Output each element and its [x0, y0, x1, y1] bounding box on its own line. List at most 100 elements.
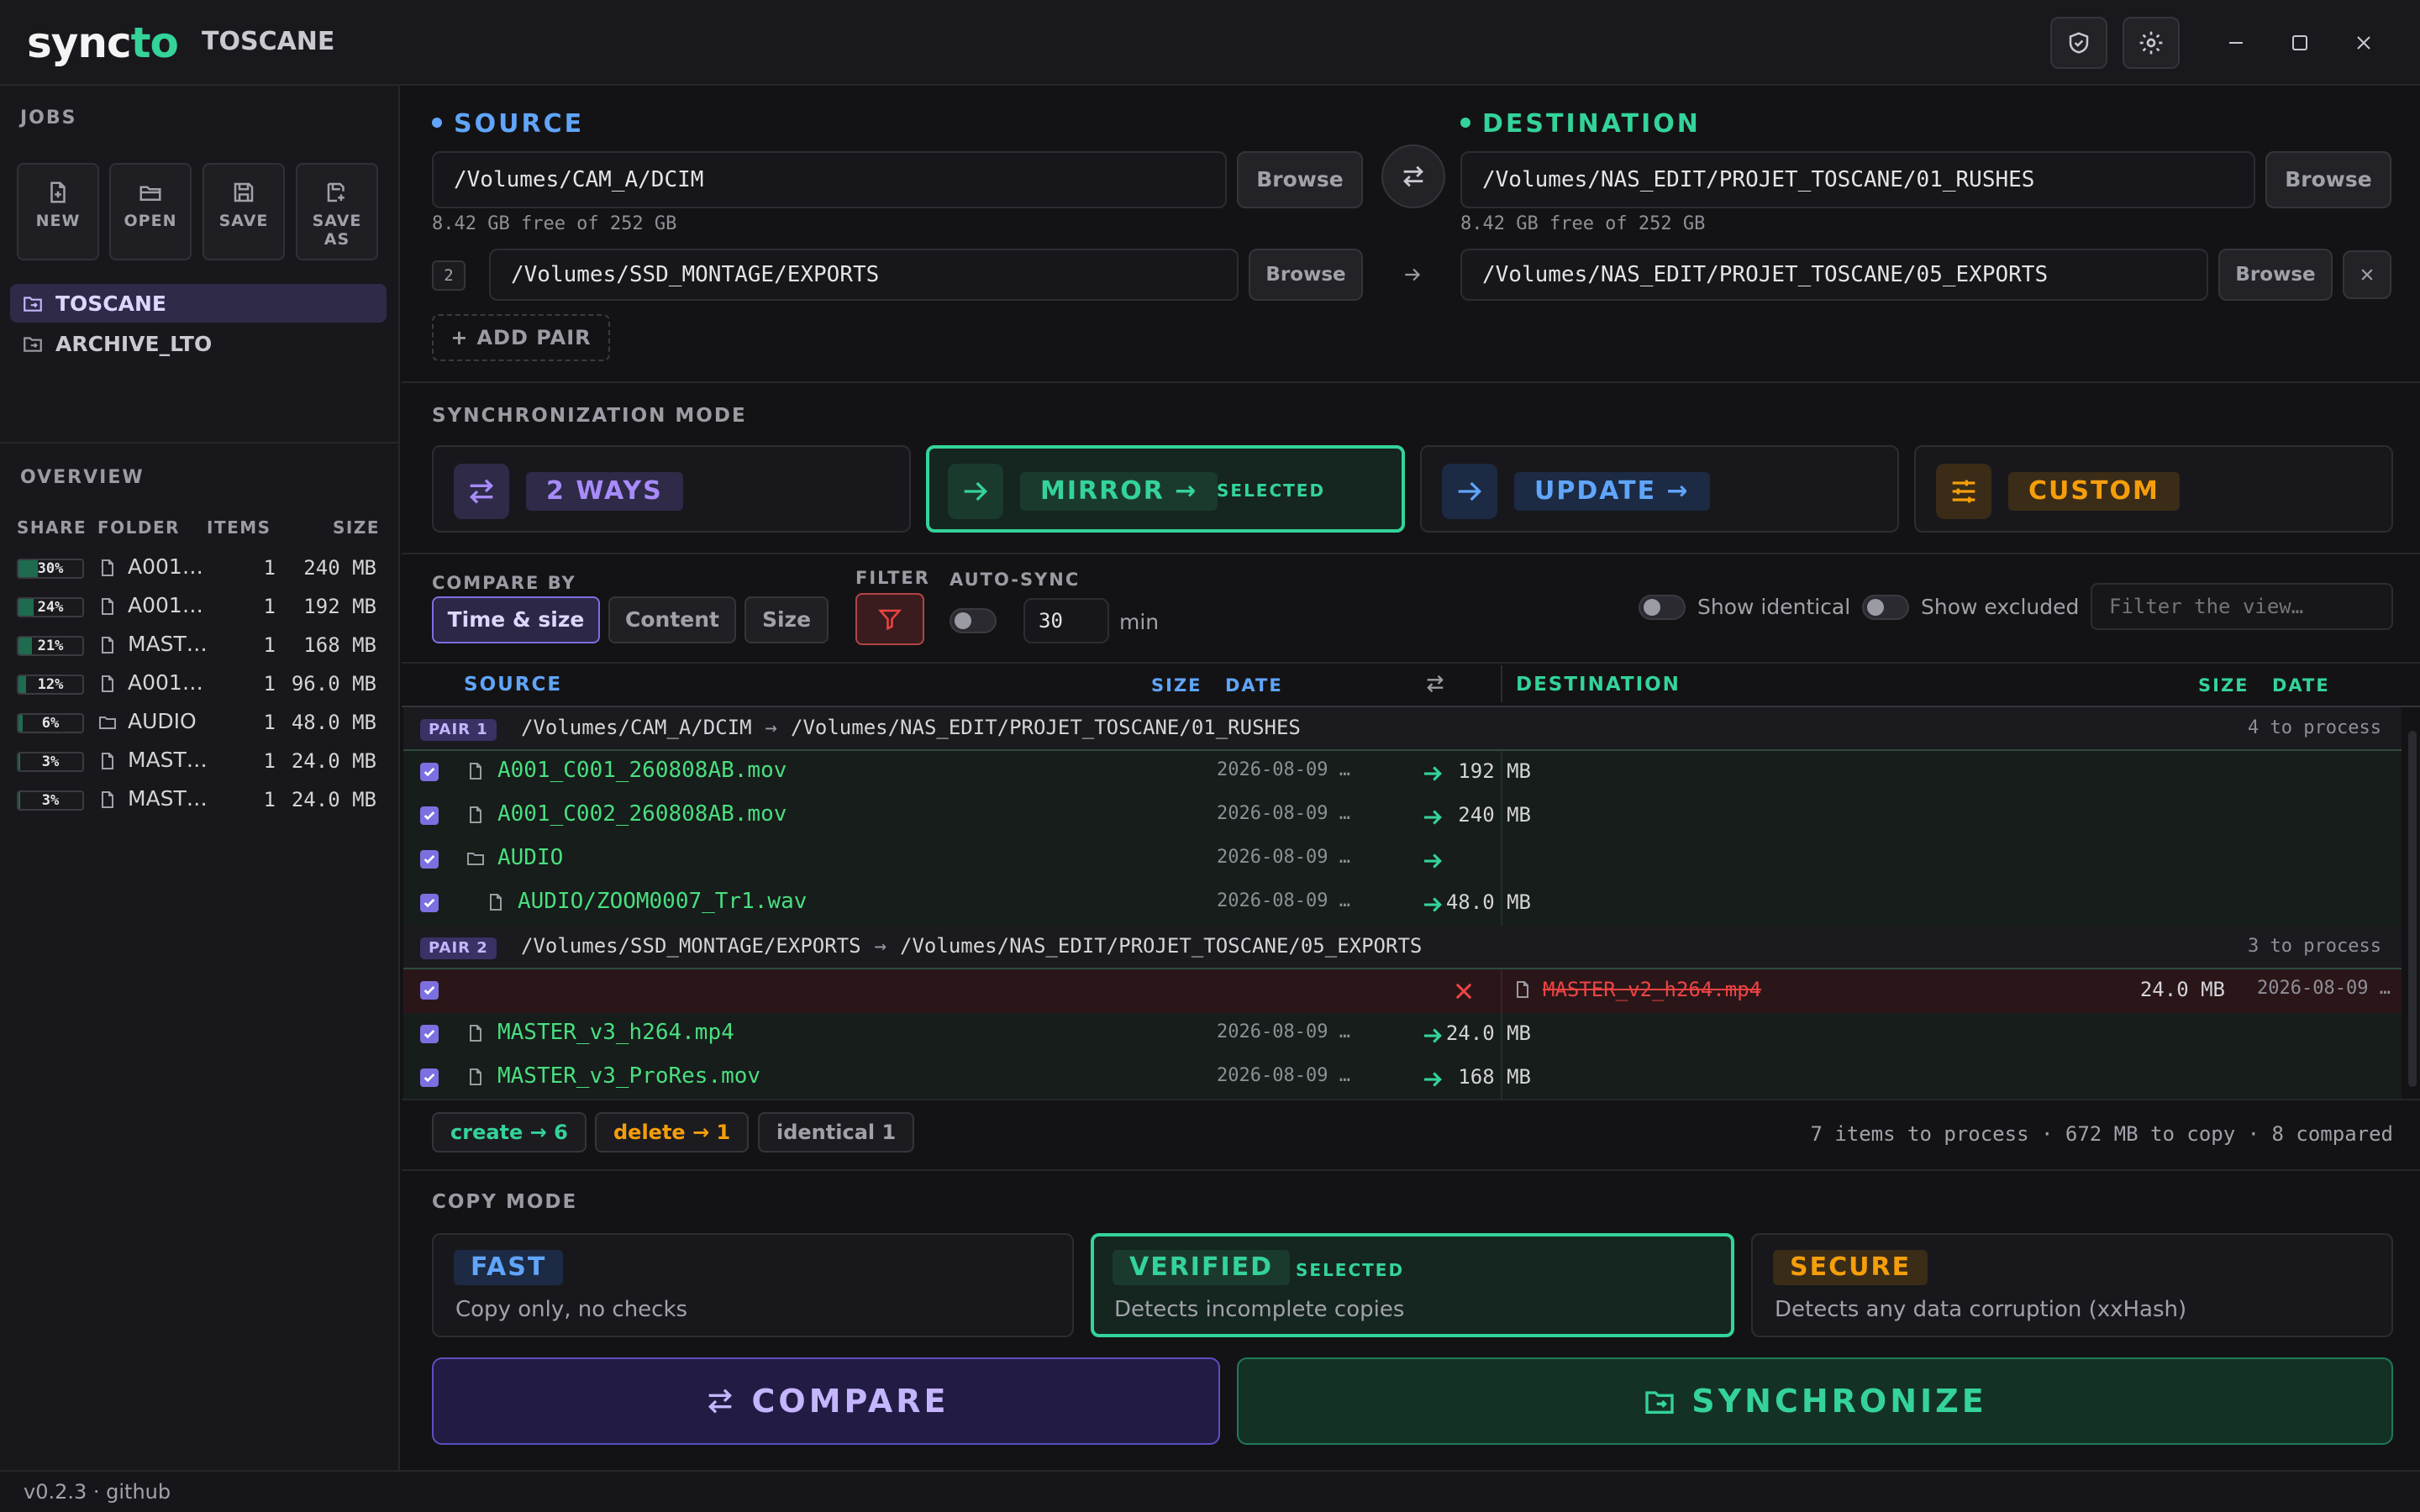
row-checkbox[interactable] [420, 850, 439, 869]
file-icon [470, 763, 481, 780]
summary-create-chip: create → 6 [432, 1112, 587, 1152]
close-button[interactable] [2343, 22, 2385, 64]
new-job-button[interactable]: NEW [17, 163, 99, 260]
checkbox-check-icon [424, 768, 435, 777]
overview-folder-name: MAST… [128, 632, 208, 656]
row-checkbox[interactable] [420, 806, 439, 825]
source-file-name: MASTER_v3_ProRes.mov [497, 1063, 761, 1089]
mode-2ways-card[interactable]: 2 WAYS [432, 445, 911, 533]
table-header-destination-size: SIZE [2198, 675, 2249, 696]
table-row[interactable]: MASTER_v3_ProRes.mov 168 MB 2026-08-09 … [403, 1057, 2402, 1100]
copy-verified-card[interactable]: VERIFIED SELECTED Detects incomplete cop… [1091, 1233, 1734, 1337]
remove-pair-button[interactable] [2343, 250, 2391, 299]
table-row-delete[interactable]: MASTER_v2_h264.mp4 24.0 MB 2026-08-09 … [403, 969, 2402, 1013]
compare-content-button[interactable]: Content [608, 596, 736, 643]
sync-mode-heading: SYNCHRONIZATION MODE [432, 405, 747, 427]
overview-row: 3% MAST… 1 24.0 MB [0, 781, 400, 820]
destination-file-size: 24.0 MB [2139, 978, 2225, 1001]
gear-icon [2139, 31, 2163, 55]
compare-button[interactable]: COMPARE [432, 1357, 1220, 1445]
destination-browse-button[interactable]: Browse [2265, 151, 2391, 208]
table-row[interactable]: AUDIO 2026-08-09 … [403, 838, 2402, 882]
show-excluded-toggle[interactable] [1862, 595, 1909, 620]
file-icon [102, 753, 113, 769]
mode-mirror-card[interactable]: MIRROR → SELECTED [926, 445, 1405, 533]
source-file-name: A001_C001_260808AB.mov [497, 758, 787, 783]
checkbox-check-icon [424, 855, 435, 864]
auto-sync-interval-input[interactable]: 30 [1023, 598, 1109, 643]
source-file-size: 48.0 MB [1445, 890, 1531, 914]
row-checkbox[interactable] [420, 1025, 439, 1043]
overview-row: 3% MAST… 1 24.0 MB [0, 743, 400, 781]
add-pair-button[interactable]: + ADD PAIR [432, 314, 610, 361]
sidebar: JOBS NEW OPEN SAVE SAVE AS TOSCANE ARCHI… [0, 86, 400, 1470]
table-row[interactable]: A001_C002_260808AB.mov 240 MB 2026-08-09… [403, 795, 2402, 838]
show-identical-toggle[interactable] [1639, 595, 1686, 620]
mode-update-card[interactable]: UPDATE → [1420, 445, 1899, 533]
folder-sync-icon [24, 337, 42, 352]
auto-sync-toggle[interactable] [950, 608, 997, 633]
copy-secure-card[interactable]: SECURE Detects any data corruption (xxHa… [1751, 1233, 2393, 1337]
synchronize-button[interactable]: SYNCHRONIZE [1237, 1357, 2393, 1445]
maximize-button[interactable] [2279, 22, 2321, 64]
swap-button[interactable] [1381, 144, 1445, 208]
share-bar: 3% [17, 752, 84, 772]
job-item-toscane[interactable]: TOSCANE [10, 284, 387, 323]
summary-totals: 7 items to process · 672 MB to copy · 8 … [1810, 1122, 2393, 1146]
source-file-name: AUDIO [497, 845, 564, 870]
checkbox-check-icon [424, 811, 435, 821]
file-icon [470, 806, 481, 823]
shield-button[interactable] [2050, 17, 2107, 69]
table-row[interactable]: AUDIO/ZOOM0007_Tr1.wav 48.0 MB 2026-08-0… [403, 882, 2402, 926]
table-row[interactable]: A001_C001_260808AB.mov 192 MB 2026-08-09… [403, 751, 2402, 795]
save-as-job-button[interactable]: SAVE AS [296, 163, 378, 260]
table-scrollbar[interactable] [2408, 731, 2417, 1087]
overview-items: 1 [263, 711, 276, 734]
overview-items: 1 [263, 556, 276, 580]
compare-size-button[interactable]: Size [744, 596, 829, 643]
table-header-source-date: DATE [1225, 675, 1283, 696]
overview-col-items: ITEMS [207, 517, 271, 538]
checkbox-check-icon [424, 899, 435, 908]
pair-to-process: 3 to process [2248, 936, 2381, 957]
compare-time-size-button[interactable]: Time & size [432, 596, 600, 643]
share-bar: 6% [17, 713, 84, 733]
pair-header-row: PAIR 1 /Volumes/CAM_A/DCIM →/Volumes/NAS_… [403, 707, 2402, 751]
destination2-browse-button[interactable]: Browse [2218, 249, 2333, 301]
file-icon [102, 598, 113, 615]
table-row[interactable]: MASTER_v3_h264.mp4 24.0 MB 2026-08-09 … [403, 1013, 2402, 1057]
destination-path2-input[interactable]: /Volumes/NAS_EDIT/PROJET_TOSCANE/05_EXPO… [1460, 249, 2208, 301]
source-path-input[interactable]: /Volumes/CAM_A/DCIM [432, 151, 1227, 208]
source-file-size: 168 MB [1458, 1065, 1531, 1089]
filter-button[interactable] [855, 593, 924, 645]
pair-paths: /Volumes/SSD_MONTAGE/EXPORTS →/Volumes/NA… [521, 934, 1423, 958]
open-job-button[interactable]: OPEN [109, 163, 192, 260]
row-checkbox[interactable] [420, 894, 439, 912]
settings-button[interactable] [2123, 17, 2180, 69]
save-job-button[interactable]: SAVE [203, 163, 285, 260]
job-item-archive-lto[interactable]: ARCHIVE_LTO [10, 324, 387, 363]
save-icon [234, 182, 254, 202]
pair-tag: PAIR 2 [420, 937, 497, 959]
row-checkbox[interactable] [420, 981, 439, 1000]
destination-path-input[interactable]: /Volumes/NAS_EDIT/PROJET_TOSCANE/01_RUSH… [1460, 151, 2255, 208]
overview-items: 1 [263, 633, 276, 657]
filter-view-input[interactable] [2091, 583, 2393, 630]
version-text: v0.2.3 · github [24, 1480, 171, 1504]
overview-heading: OVERVIEW [20, 467, 145, 488]
source-browse-button[interactable]: Browse [1237, 151, 1363, 208]
table-header-destination: DESTINATION [1516, 674, 1681, 696]
overview-items: 1 [263, 672, 276, 696]
source-file-size: 240 MB [1458, 803, 1531, 827]
shield-check-icon [2069, 32, 2089, 54]
minimize-button[interactable] [2215, 22, 2257, 64]
row-checkbox[interactable] [420, 763, 439, 781]
overview-folder-name: MAST… [128, 748, 208, 772]
two-way-arrows-icon [454, 464, 509, 519]
copy-fast-card[interactable]: FAST Copy only, no checks [432, 1233, 1074, 1337]
copy-arrow [1420, 1023, 1445, 1052]
row-checkbox[interactable] [420, 1068, 439, 1087]
source-path2-input[interactable]: /Volumes/SSD_MONTAGE/EXPORTS [489, 249, 1239, 301]
mode-custom-card[interactable]: CUSTOM [1914, 445, 2393, 533]
source2-browse-button[interactable]: Browse [1249, 249, 1363, 301]
